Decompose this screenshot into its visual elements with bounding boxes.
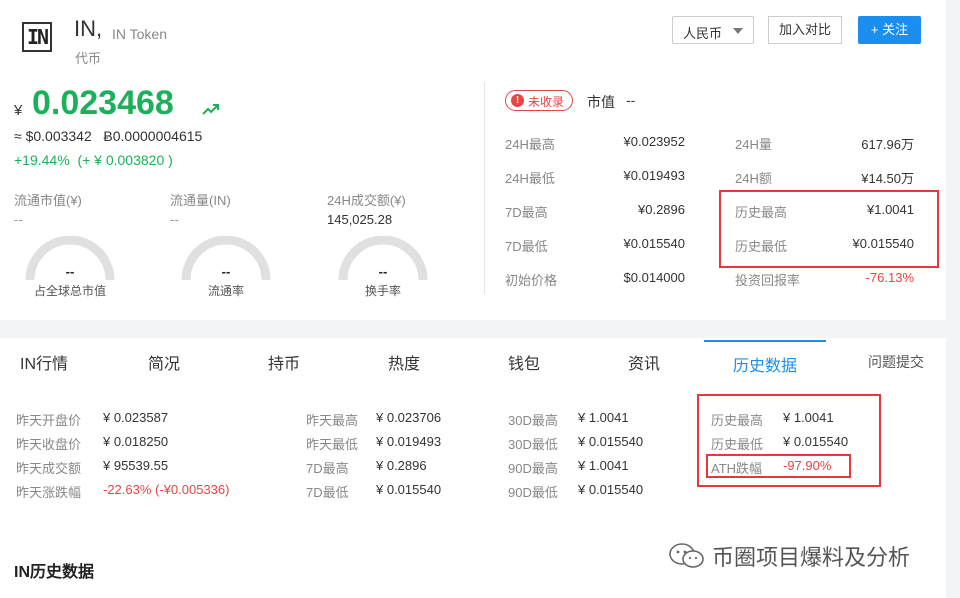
history-label: 昨天最高 xyxy=(306,413,359,428)
history-value: ¥ 95539.55 xyxy=(103,458,169,473)
circ-mcap-label: 流通市值(¥) xyxy=(14,193,82,208)
highlight-box xyxy=(719,190,939,268)
market-value: ¥0.023952 xyxy=(623,134,685,149)
coin-full-name: IN Token xyxy=(112,26,167,42)
gauge-turnover-rate: -- 换手率 xyxy=(337,235,429,298)
history-label: 30D最低 xyxy=(508,437,558,452)
current-price: 0.023468 xyxy=(32,84,174,122)
tab-history[interactable]: 历史数据 xyxy=(704,340,826,382)
tab-wallet[interactable]: 钱包 xyxy=(508,350,540,374)
market-value: ¥0.019493 xyxy=(623,168,685,183)
market-value: ¥14.50万 xyxy=(861,171,914,186)
history-value: -22.63% (-¥0.005336) xyxy=(103,482,230,497)
gauge-value: -- xyxy=(65,264,75,279)
circ-supply-value: -- xyxy=(170,212,179,227)
history-value: ¥ 0.015540 xyxy=(578,434,644,449)
vol24-label: 24H成交额(¥) xyxy=(327,193,406,208)
gauge-caption: 占全球总市值 xyxy=(33,284,106,298)
gauge-caption: 流通率 xyxy=(207,284,244,298)
market-value: ¥0.015540 xyxy=(623,236,685,251)
compare-button[interactable]: 加入对比 xyxy=(768,16,842,44)
history-label: 昨天收盘价 xyxy=(16,437,82,452)
tab-holders[interactable]: 持币 xyxy=(268,350,300,374)
price-currency-symbol: ¥ xyxy=(14,102,23,119)
market-label: 24H量 xyxy=(735,137,772,152)
trend-up-icon xyxy=(202,104,219,115)
gauge-circulation-rate: -- 流通率 xyxy=(180,235,272,298)
history-label: 7D最低 xyxy=(306,485,349,500)
watermark-text: 币圈项目爆料及分析 xyxy=(712,545,911,570)
history-value: ¥ 1.0041 xyxy=(578,458,629,473)
gauge-caption: 换手率 xyxy=(364,284,401,298)
unlisted-badge: ! 未收录 xyxy=(505,90,573,111)
history-value: ¥ 0.018250 xyxy=(103,434,169,449)
mcap-label: 市值 xyxy=(587,94,615,110)
market-label: 24H额 xyxy=(735,171,772,186)
chevron-down-icon xyxy=(733,28,743,34)
history-value: ¥ 1.0041 xyxy=(578,410,629,425)
coin-logo: IN xyxy=(22,22,52,52)
history-label: 昨天成交额 xyxy=(16,461,82,476)
coin-summary-card: IN IN, IN Token 代币 人民币 加入对比 + 关注 ¥ 0.023… xyxy=(0,0,946,320)
history-label: 90D最低 xyxy=(508,485,558,500)
market-value: 617.96万 xyxy=(861,137,914,152)
tab-market[interactable]: IN行情 xyxy=(20,350,68,374)
history-value: ¥ 0.019493 xyxy=(376,434,442,449)
history-label: 昨天涨跌幅 xyxy=(16,485,82,500)
gauge-value: -- xyxy=(221,264,231,279)
highlight-box xyxy=(706,454,851,478)
wechat-icon xyxy=(669,543,704,568)
market-label: 7D最低 xyxy=(505,239,548,254)
circ-supply-label: 流通量(IN) xyxy=(170,193,231,208)
currency-select-value: 人民币 xyxy=(683,26,723,41)
mcap-value: -- xyxy=(626,92,636,108)
market-label: 7D最高 xyxy=(505,205,548,220)
coin-type: 代币 xyxy=(75,51,102,66)
gauge-market-share: -- 占全球总市值 xyxy=(24,235,116,298)
coin-symbol: IN, xyxy=(74,16,103,41)
history-label: 昨天最低 xyxy=(306,437,359,452)
history-label: 7D最高 xyxy=(306,461,349,476)
divider xyxy=(484,82,485,294)
vol24-value: 145,025.28 xyxy=(327,212,393,227)
market-label: 24H最高 xyxy=(505,137,555,152)
converted-price: ≈ $0.003342 Ƀ0.0000004615 xyxy=(14,128,203,144)
history-label: 90D最高 xyxy=(508,461,558,476)
history-value: ¥ 0.023587 xyxy=(103,410,169,425)
tab-news[interactable]: 资讯 xyxy=(628,350,660,374)
history-value: ¥ 0.2896 xyxy=(376,458,427,473)
unlisted-badge-label: 未收录 xyxy=(528,95,565,109)
alert-icon: ! xyxy=(511,94,524,107)
tab-overview[interactable]: 简况 xyxy=(148,350,180,374)
market-value: -76.13% xyxy=(865,270,914,285)
tab-heat[interactable]: 热度 xyxy=(388,350,420,374)
market-label: 初始价格 xyxy=(505,273,558,288)
market-value: $0.014000 xyxy=(623,270,685,285)
history-label: 昨天开盘价 xyxy=(16,413,82,428)
market-value: ¥0.2896 xyxy=(638,202,685,217)
currency-select[interactable]: 人民币 xyxy=(672,16,754,44)
market-label: 24H最低 xyxy=(505,171,555,186)
tab-history-label: 历史数据 xyxy=(732,358,797,375)
market-label: 投资回报率 xyxy=(735,273,801,288)
history-value: ¥ 0.023706 xyxy=(376,410,442,425)
gauge-value: -- xyxy=(378,264,388,279)
history-label: 30D最高 xyxy=(508,413,558,428)
section-title: IN历史数据 xyxy=(14,564,95,581)
follow-button[interactable]: + 关注 xyxy=(858,16,921,44)
circ-mcap-value: -- xyxy=(14,212,23,227)
tab-feedback[interactable]: 问题提交 xyxy=(868,352,924,372)
watermark: 币圈项目爆料及分析 xyxy=(668,540,910,572)
history-value: ¥ 0.015540 xyxy=(578,482,644,497)
price-change: +19.44% (+ ¥ 0.003820 ) xyxy=(14,152,173,168)
history-value: ¥ 0.015540 xyxy=(376,482,442,497)
